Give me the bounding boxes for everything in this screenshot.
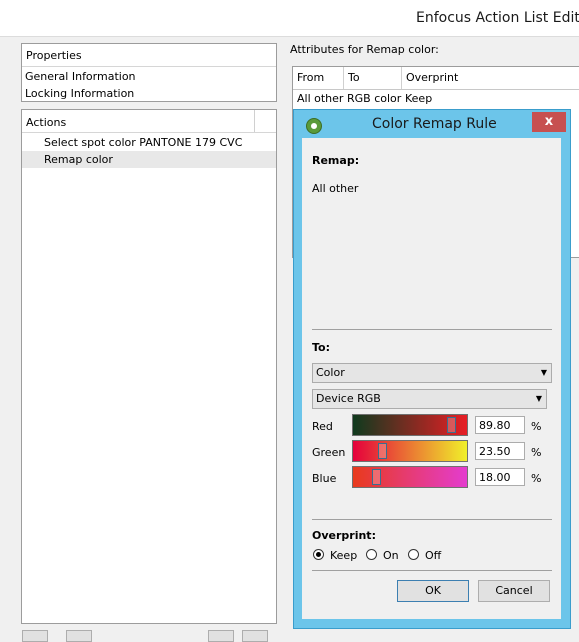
blue-value-field[interactable]: 18.00	[475, 468, 525, 486]
red-value-field[interactable]: 89.80	[475, 416, 525, 434]
actions-divider	[22, 132, 276, 133]
remove-action-button[interactable]	[66, 630, 92, 642]
overprint-keep-radio[interactable]	[313, 549, 324, 560]
column-header-overprint[interactable]: Overprint	[402, 67, 579, 89]
move-down-button[interactable]	[242, 630, 268, 642]
properties-divider	[22, 66, 276, 67]
green-slider[interactable]	[352, 440, 468, 462]
overprint-divider	[312, 519, 552, 520]
remap-divider	[312, 329, 552, 330]
properties-header: Properties	[26, 49, 82, 62]
green-label: Green	[312, 446, 346, 459]
overprint-off-radio[interactable]	[408, 549, 419, 560]
add-action-button[interactable]	[22, 630, 48, 642]
red-slider-thumb[interactable]	[447, 417, 456, 433]
overprint-keep-label[interactable]: Keep	[330, 549, 357, 562]
dialog-title: Color Remap Rule	[372, 116, 497, 132]
remap-label: Remap:	[312, 154, 360, 167]
ok-button[interactable]: OK	[397, 580, 469, 602]
blue-slider-thumb[interactable]	[372, 469, 381, 485]
green-slider-thumb[interactable]	[378, 443, 387, 459]
dialog-body: Remap: All other To: Color ▼ Device RGB …	[302, 138, 561, 619]
colorspace-select[interactable]: Device RGB ▼	[312, 389, 547, 409]
column-header-to[interactable]: To	[344, 67, 402, 89]
green-value-field[interactable]: 23.50	[475, 442, 525, 460]
actions-item-remap-color[interactable]: Remap color	[22, 151, 276, 168]
blue-label: Blue	[312, 472, 337, 485]
overprint-label: Overprint:	[312, 529, 376, 542]
blue-unit: %	[531, 472, 542, 485]
color-remap-dialog: Color Remap Rule x Remap: All other To: …	[293, 109, 571, 629]
properties-item-general[interactable]: General Information	[25, 68, 276, 85]
actions-panel: Actions Select spot color PANTONE 179 CV…	[21, 109, 277, 624]
window-title: Enfocus Action List Editor	[416, 10, 579, 26]
attributes-cell-overprint[interactable]: Keep	[403, 90, 432, 108]
blue-slider[interactable]	[352, 466, 468, 488]
properties-panel: Properties General Information Locking I…	[21, 43, 277, 102]
red-label: Red	[312, 420, 333, 433]
close-button[interactable]: x	[532, 112, 566, 132]
overprint-off-label[interactable]: Off	[425, 549, 441, 562]
attributes-label: Attributes for Remap color:	[290, 43, 439, 56]
move-up-button[interactable]	[208, 630, 234, 642]
remap-value: All other	[312, 182, 359, 195]
window-titlebar: Enfocus Action List Editor	[0, 0, 579, 37]
actions-header: Actions	[26, 116, 67, 129]
to-select-value: Color	[316, 366, 345, 379]
dialog-titlebar[interactable]: Color Remap Rule x	[294, 110, 570, 138]
actions-header-divider	[254, 110, 255, 132]
overprint-on-label[interactable]: On	[383, 549, 399, 562]
buttons-divider	[312, 570, 552, 571]
green-unit: %	[531, 446, 542, 459]
attributes-cell-to[interactable]: RGB color	[345, 90, 401, 108]
properties-item-locking[interactable]: Locking Information	[25, 85, 276, 102]
chevron-down-icon: ▼	[535, 394, 542, 403]
red-unit: %	[531, 420, 542, 433]
column-header-from[interactable]: From	[293, 67, 344, 89]
colorspace-select-value: Device RGB	[316, 392, 381, 405]
cancel-button[interactable]: Cancel	[478, 580, 550, 602]
overprint-on-radio[interactable]	[366, 549, 377, 560]
red-slider[interactable]	[352, 414, 468, 436]
actions-item-select-spot[interactable]: Select spot color PANTONE 179 CVC	[44, 134, 276, 151]
to-select[interactable]: Color ▼	[312, 363, 552, 383]
to-label: To:	[312, 341, 330, 354]
chevron-down-icon: ▼	[540, 368, 547, 377]
attributes-cell-from[interactable]: All other	[295, 90, 343, 108]
gear-icon	[306, 118, 322, 134]
